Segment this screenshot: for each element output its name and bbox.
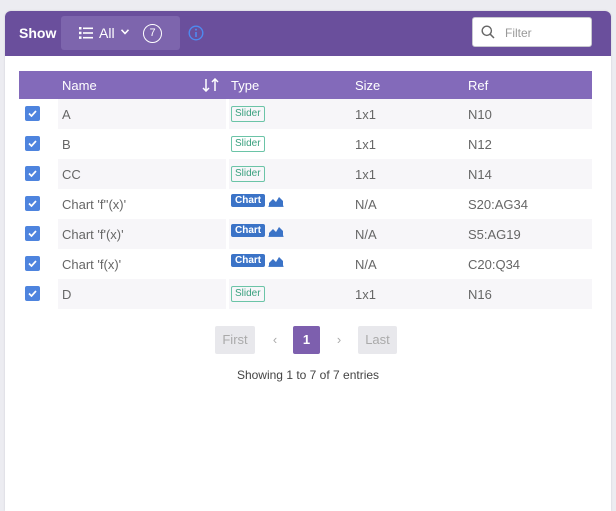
checkmark-icon [28, 260, 37, 267]
table-row[interactable]: A Slider 1x1 N10 [19, 99, 592, 129]
area-chart-icon [268, 257, 284, 267]
show-filter-dropdown[interactable]: All 7 [61, 16, 180, 50]
row-ref: N12 [468, 137, 492, 152]
row-name: Chart 'f(x)' [62, 257, 122, 272]
checkmark-icon [28, 170, 37, 177]
area-chart-icon [268, 227, 284, 237]
table-row[interactable]: B Slider 1x1 N12 [19, 129, 592, 159]
row-checkbox[interactable] [25, 106, 40, 121]
list-icon [79, 27, 93, 39]
row-name: B [62, 137, 71, 152]
first-page-button[interactable]: First [215, 326, 255, 354]
type-badge-slider: Slider [231, 166, 265, 182]
row-ref: S5:AG19 [468, 227, 521, 242]
row-size: 1x1 [355, 137, 376, 152]
row-name: CC [62, 167, 81, 182]
column-header-type[interactable]: Type [231, 78, 259, 93]
row-name: Chart 'f''(x)' [62, 197, 127, 212]
checkmark-icon [28, 290, 37, 297]
checkmark-icon [28, 110, 37, 117]
row-size: N/A [355, 257, 377, 272]
filter-input[interactable] [503, 22, 587, 44]
table-row[interactable]: Chart 'f(x)' Chart N/A C20:Q34 [19, 249, 592, 279]
row-cells-bg [229, 99, 592, 129]
row-cells-bg [229, 159, 592, 189]
row-name: A [62, 107, 71, 122]
table-row[interactable]: Chart 'f'(x)' Chart N/A S5:AG19 [19, 219, 592, 249]
name-cell-bg [58, 279, 226, 309]
row-size: N/A [355, 197, 377, 212]
objects-table: Name Type Size Ref A Slider 1x1 N10 B Slider 1… [19, 71, 592, 309]
table-row[interactable]: D Slider 1x1 N16 [19, 279, 592, 309]
area-chart-icon [268, 197, 284, 207]
row-cells-bg [229, 279, 592, 309]
table-row[interactable]: Chart 'f''(x)' Chart N/A S20:AG34 [19, 189, 592, 219]
column-header-size[interactable]: Size [355, 78, 380, 93]
name-cell-bg [58, 99, 226, 129]
type-badge-chart: Chart [231, 224, 266, 237]
type-badge-slider: Slider [231, 136, 265, 152]
type-badge-chart: Chart [231, 254, 266, 267]
chevron-down-icon [121, 29, 129, 35]
type-badge-slider: Slider [231, 106, 265, 122]
next-page-button[interactable]: › [329, 326, 349, 354]
row-name: Chart 'f'(x)' [62, 227, 124, 242]
checkmark-icon [28, 230, 37, 237]
row-checkbox[interactable] [25, 256, 40, 271]
filter-search-box[interactable] [472, 17, 592, 47]
count-badge: 7 [143, 24, 162, 43]
type-badge-slider: Slider [231, 286, 265, 302]
show-filter-value: All [99, 25, 115, 41]
row-size: 1x1 [355, 287, 376, 302]
type-badge-chart: Chart [231, 194, 266, 207]
name-cell-bg [58, 159, 226, 189]
row-ref: C20:Q34 [468, 257, 521, 272]
row-size: 1x1 [355, 107, 376, 122]
row-checkbox[interactable] [25, 196, 40, 211]
checkmark-icon [28, 140, 37, 147]
column-header-name[interactable]: Name [62, 78, 97, 93]
row-ref: S20:AG34 [468, 197, 528, 212]
column-header-ref[interactable]: Ref [468, 78, 488, 93]
sort-icon[interactable] [202, 78, 220, 92]
entries-info: Showing 1 to 7 of 7 entries [236, 368, 380, 382]
name-cell-bg [58, 129, 226, 159]
row-ref: N14 [468, 167, 492, 182]
row-size: 1x1 [355, 167, 376, 182]
checkmark-icon [28, 200, 37, 207]
last-page-button[interactable]: Last [358, 326, 397, 354]
row-ref: N16 [468, 287, 492, 302]
selection-panel: Show All 7 Filter Name Type Size Ref A S… [5, 11, 611, 511]
table-body: A Slider 1x1 N10 B Slider 1x1 N12 CC Slider 1x1 N14… [19, 99, 592, 309]
info-icon[interactable] [188, 25, 204, 41]
row-checkbox[interactable] [25, 136, 40, 151]
show-label: Show [19, 25, 57, 41]
top-toolbar: Show All 7 [5, 11, 611, 56]
row-size: N/A [355, 227, 377, 242]
row-checkbox[interactable] [25, 226, 40, 241]
table-row[interactable]: CC Slider 1x1 N14 [19, 159, 592, 189]
previous-page-button[interactable]: ‹ [265, 326, 285, 354]
row-ref: N10 [468, 107, 492, 122]
row-checkbox[interactable] [25, 166, 40, 181]
row-name: D [62, 287, 72, 302]
table-header: Name Type Size Ref [19, 71, 592, 99]
row-cells-bg [229, 129, 592, 159]
search-icon [481, 25, 495, 39]
current-page-button[interactable]: 1 [293, 326, 320, 354]
row-checkbox[interactable] [25, 286, 40, 301]
